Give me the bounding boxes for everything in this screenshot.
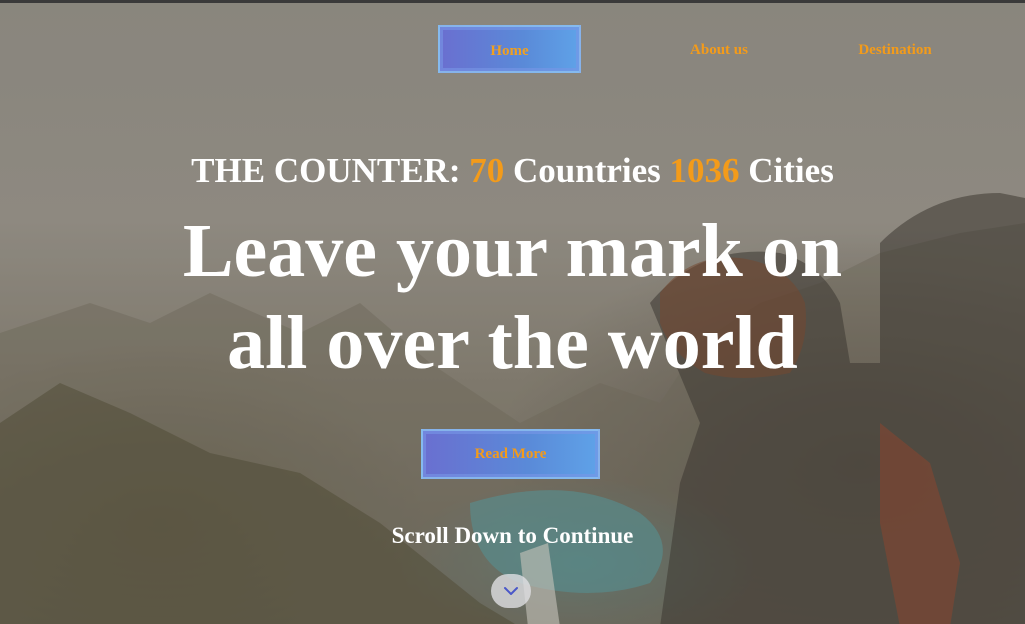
nav-home-link[interactable]: Home xyxy=(438,25,581,73)
cities-label: Cities xyxy=(748,151,834,190)
scroll-down-label: Scroll Down to Continue xyxy=(391,523,634,548)
countries-label: Countries xyxy=(513,151,661,190)
chevron-down-icon xyxy=(504,587,518,595)
nav-destination-link[interactable]: Destination xyxy=(838,25,952,75)
nav-about-us-link[interactable]: About us xyxy=(660,25,778,75)
hero-title-line-2: all over the world xyxy=(227,301,798,385)
hero-title-line-1: Leave your mark on xyxy=(182,209,843,293)
hero-section: Home About us Destination THE COUNTER: 7… xyxy=(0,0,1025,624)
counter-prefix: THE COUNTER: xyxy=(191,151,461,190)
main-navigation: Home About us Destination xyxy=(0,25,1025,75)
cities-count: 1036 xyxy=(669,151,740,190)
scroll-down-button[interactable] xyxy=(491,574,531,608)
counter-heading: THE COUNTER: 70 Countries 1036 Cities xyxy=(0,151,1025,191)
countries-count: 70 xyxy=(469,151,505,190)
hero-title: Leave your mark on all over the world xyxy=(0,205,1025,389)
read-more-button[interactable]: Read More xyxy=(421,429,600,479)
